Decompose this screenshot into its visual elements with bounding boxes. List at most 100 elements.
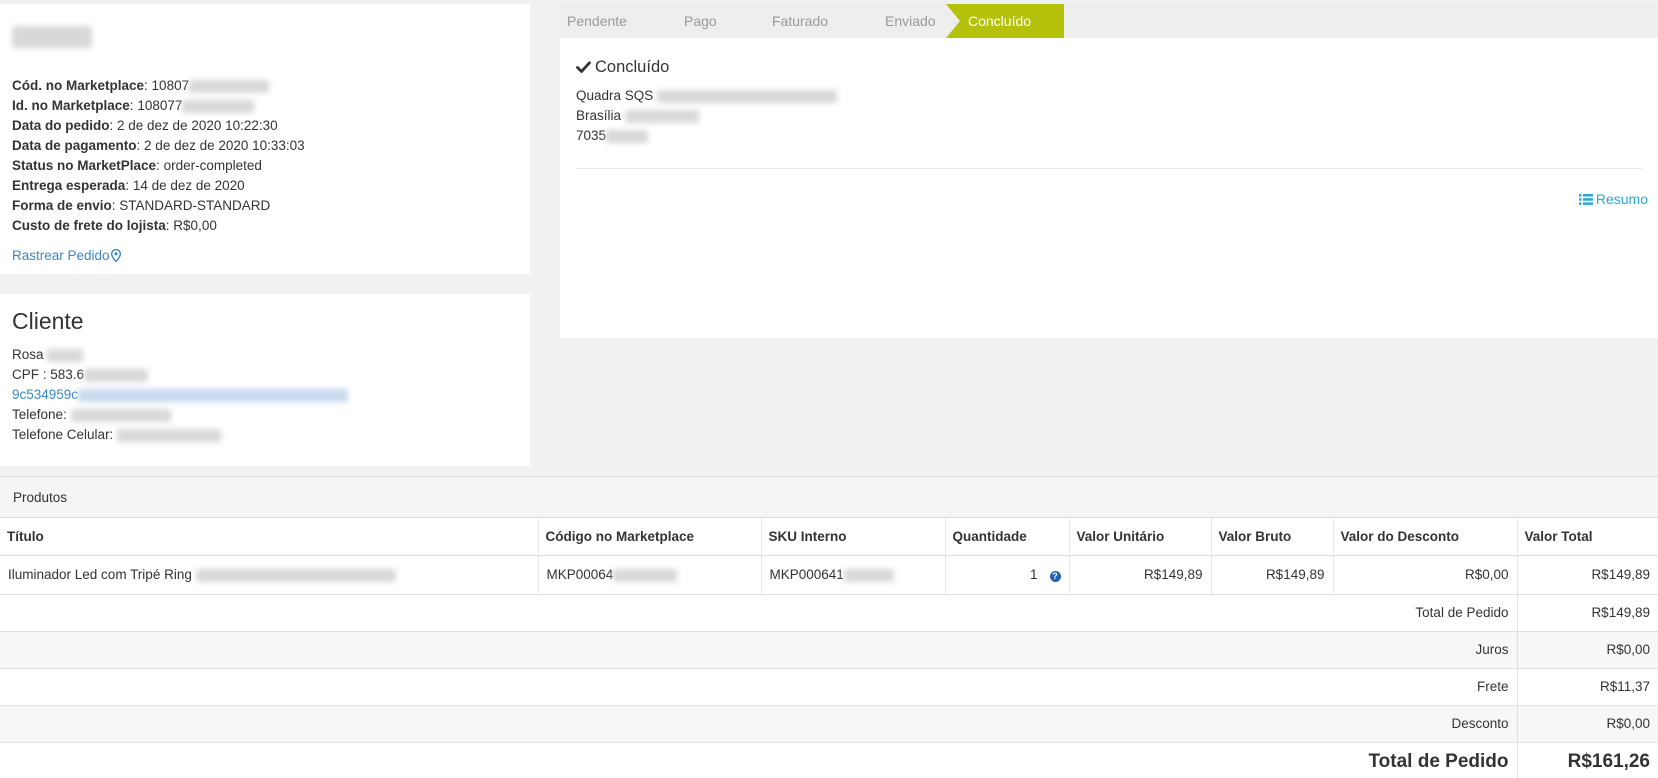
column-header: Valor Total: [1517, 518, 1658, 556]
phone-label: Telefone:: [12, 407, 67, 422]
subtotal-value: R$149,89: [1517, 594, 1658, 632]
redacted-text: [613, 568, 678, 582]
client-email-link[interactable]: 9c534959c: [12, 385, 518, 405]
marketplace-code-cell: MKP00064: [538, 555, 762, 595]
redacted-text: [117, 428, 222, 442]
shipping-cost-line: Custo de frete do lojista: R$0,00: [12, 218, 217, 233]
client-mobile: Telefone Celular:: [12, 425, 518, 445]
grand-total-value: R$161,26: [1517, 742, 1658, 778]
step-faturado[interactable]: Faturado: [772, 4, 828, 38]
column-header: Código no Marketplace: [538, 518, 762, 556]
step-pendente[interactable]: Pendente: [567, 4, 627, 38]
redacted-text: [657, 89, 838, 103]
gross-value-cell: R$149,89: [1211, 555, 1334, 595]
product-title: Iluminador Led com Tripé Ring: [8, 567, 192, 582]
field-label: Custo de frete do lojista: [12, 218, 166, 233]
grand-total-label: Total de Pedido: [0, 742, 1518, 778]
order-info-panel: Cód. no Marketplace: 10807 Id. no Market…: [0, 4, 530, 274]
map-marker-icon: [110, 248, 121, 265]
redacted-text: [624, 109, 699, 123]
interest-label: Juros: [0, 631, 1518, 669]
freight-row: Frete R$11,37: [0, 668, 1658, 706]
expected-delivery-line: Entrega esperada: 14 de dez de 2020: [12, 178, 245, 193]
subtotal-row: Total de Pedido R$149,89: [0, 594, 1658, 632]
discount-value-cell: R$0,00: [1333, 555, 1518, 595]
product-title-cell: Iluminador Led com Tripé Ring: [0, 555, 539, 595]
client-title: Cliente: [12, 308, 84, 334]
field-label: Data de pagamento: [12, 138, 137, 153]
client-phone: Telefone:: [12, 405, 518, 425]
status-heading-text: Concluído: [595, 58, 670, 76]
subtotal-label: Total de Pedido: [0, 594, 1518, 632]
order-date-line: Data do pedido: 2 de dez de 2020 10:22:3…: [12, 118, 278, 133]
discount-value: R$0,00: [1517, 705, 1658, 743]
freight-label: Frete: [0, 668, 1518, 706]
client-cpf: CPF : 583.6: [12, 365, 518, 385]
address-city-text: Brasília: [576, 108, 622, 123]
products-panel: Produtos Título Código no Marketplace SK…: [0, 476, 1658, 778]
discount-row: Desconto R$0,00: [0, 705, 1658, 743]
address-street: Quadra SQS: [576, 86, 1642, 106]
field-value: order-completed: [163, 158, 262, 173]
field-label: Data do pedido: [12, 118, 110, 133]
column-header: Valor do Desconto: [1333, 518, 1518, 556]
field-label: Cód. no Marketplace: [12, 78, 145, 93]
field-label: Status no MarketPlace: [12, 158, 157, 173]
table-header-row: Título Código no Marketplace SKU Interno…: [0, 518, 1658, 556]
client-cpf-text: CPF : 583.6: [12, 367, 85, 382]
client-name: Rosa: [12, 345, 518, 365]
client-name-text: Rosa: [12, 347, 44, 362]
field-value: 14 de dez de 2020: [132, 178, 245, 193]
field-value: 2 de dez de 2020 10:22:30: [117, 118, 278, 133]
address-zip-text: 7035: [576, 128, 607, 143]
total-value-cell: R$149,89: [1517, 555, 1658, 595]
marketplace-status-line: Status no MarketPlace: order-completed: [12, 158, 262, 173]
redacted-text: [182, 99, 255, 113]
column-header: Valor Unitário: [1069, 518, 1212, 556]
table-row: Iluminador Led com Tripé Ring MKP00064 M…: [0, 555, 1658, 595]
field-value: R$0,00: [173, 218, 217, 233]
column-header: Valor Bruto: [1211, 518, 1334, 556]
list-icon: [1578, 192, 1593, 208]
redacted-text: [843, 568, 894, 582]
status-panel: Pendente Pago Faturado Enviado Concluído…: [560, 4, 1658, 338]
marketplace-id-line: Id. no Marketplace: 108077: [12, 96, 518, 116]
quantity-cell: 1?: [945, 555, 1070, 595]
products-table: Título Código no Marketplace SKU Interno…: [0, 518, 1658, 778]
field-label: Entrega esperada: [12, 178, 126, 193]
sku-code: MKP000641: [769, 567, 844, 582]
track-order-link[interactable]: Rastrear Pedido: [12, 248, 121, 265]
step-pago[interactable]: Pago: [684, 4, 717, 38]
unit-value-cell: R$149,89: [1069, 555, 1212, 595]
client-email-text: 9c534959c: [12, 387, 79, 402]
interest-value: R$0,00: [1517, 631, 1658, 669]
freight-value: R$11,37: [1517, 668, 1658, 706]
quantity-value: 1: [1029, 567, 1038, 582]
summary-link-label: Resumo: [1595, 191, 1648, 207]
divider: [576, 168, 1642, 169]
redacted-text: [70, 408, 171, 422]
redacted-text: [78, 388, 349, 402]
order-status-steps: Pendente Pago Faturado Enviado Concluído: [560, 4, 1658, 38]
client-panel: Cliente Rosa CPF : 583.6 9c534959c Telef…: [0, 294, 530, 466]
address-zip: 7035: [576, 126, 1642, 146]
shipping-method-line: Forma de envio: STANDARD-STANDARD: [12, 198, 271, 213]
column-header: Quantidade: [945, 518, 1070, 556]
question-circle-icon[interactable]: ?: [1049, 571, 1061, 582]
address-city: Brasília: [576, 106, 1642, 126]
column-header: SKU Interno: [761, 518, 946, 556]
step-concluido-active[interactable]: Concluído: [946, 4, 1064, 38]
check-icon: [576, 59, 591, 78]
mobile-label: Telefone Celular:: [12, 427, 114, 442]
summary-link[interactable]: Resumo: [1578, 191, 1648, 208]
field-label: Id. no Marketplace: [12, 98, 130, 113]
status-heading: Concluído: [576, 58, 1642, 78]
redacted-text: [606, 129, 649, 143]
field-value: 108077: [137, 98, 183, 113]
redacted-text: [189, 79, 270, 93]
step-enviado[interactable]: Enviado: [885, 4, 936, 38]
payment-date-line: Data de pagamento: 2 de dez de 2020 10:3…: [12, 138, 305, 153]
marketplace-code: MKP00064: [546, 567, 614, 582]
sku-cell: MKP000641: [761, 555, 946, 595]
field-value: 10807: [151, 78, 190, 93]
